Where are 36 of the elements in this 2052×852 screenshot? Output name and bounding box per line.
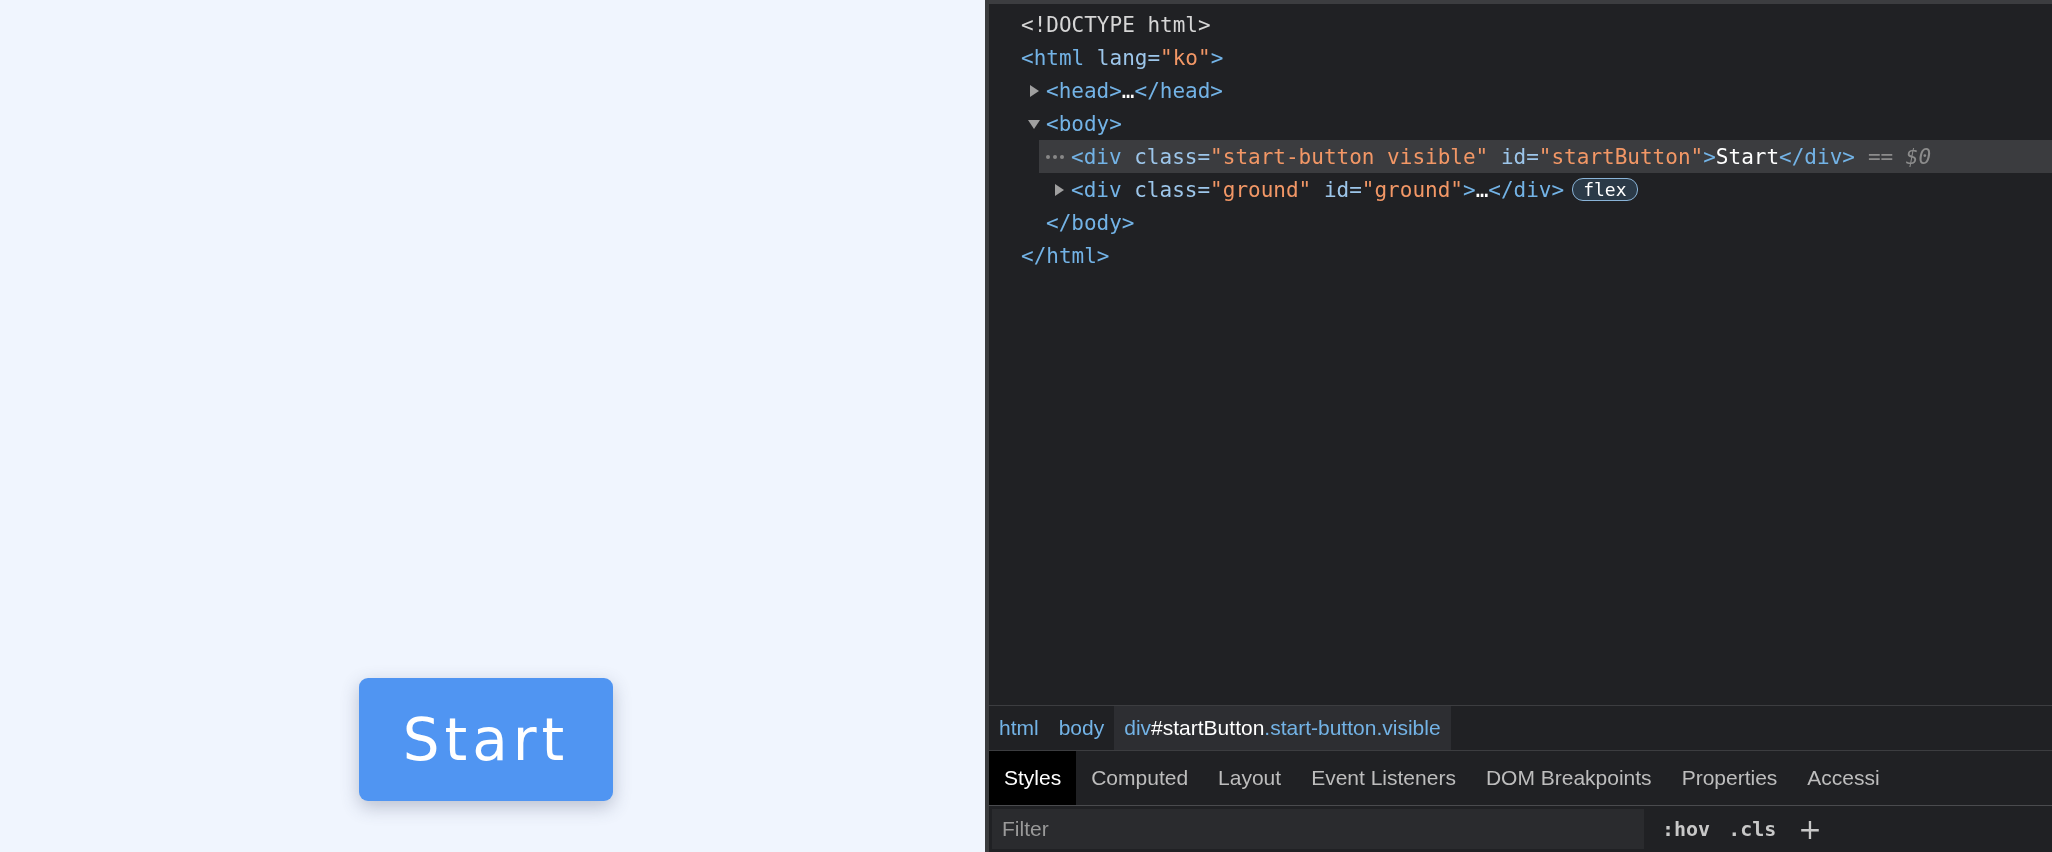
dom-node-text: <html lang="ko"> <box>1021 45 1224 70</box>
panel-tab[interactable]: Properties <box>1666 751 1793 805</box>
dom-node-text: <div class="ground" id="ground">…</div> <box>1071 177 1565 202</box>
filter-field[interactable]: Filter <box>992 809 1644 849</box>
flex-badge[interactable]: flex <box>1572 178 1638 201</box>
hover-state-toggle[interactable]: :hov <box>1662 817 1711 841</box>
dom-node-row[interactable]: <body> <box>1014 107 2052 140</box>
panel-tab[interactable]: Computed <box>1076 751 1204 805</box>
panel-tab[interactable]: Event Listeners <box>1296 751 1471 805</box>
add-rule-button[interactable]: + <box>1798 812 1822 846</box>
dom-node-text: <div class="start-button visible" id="startButton">Start</div> <box>1071 144 1855 169</box>
dom-node-text: <body> <box>1046 111 1122 136</box>
panel-tab[interactable]: Accessi <box>1792 751 1895 805</box>
panel-tab[interactable]: Layout <box>1203 751 1297 805</box>
dom-node-row[interactable]: <div class="ground" id="ground">…</div> flex <box>1039 173 2052 206</box>
dom-node-text: <!DOCTYPE html> <box>1021 12 1211 37</box>
console-reference: == $0 <box>1867 144 1932 169</box>
dom-node-text: <head>…</head> <box>1046 78 1224 103</box>
breadcrumb[interactable]: html <box>989 706 1049 750</box>
dom-node-row[interactable]: <div class="start-button visible" id="startButton">Start</div> == $0 <box>1039 140 2052 173</box>
dom-node-row[interactable]: <html lang="ko"> <box>989 41 2052 74</box>
more-icon[interactable] <box>1045 153 1065 160</box>
dom-node-text: </html> <box>1021 243 1110 268</box>
collapsed-triangle-icon[interactable] <box>1053 183 1065 196</box>
expanded-triangle-icon[interactable] <box>1028 117 1040 130</box>
panel-tab[interactable]: Styles <box>989 751 1077 805</box>
panel-tab[interactable]: DOM Breakpoints <box>1470 751 1667 805</box>
dom-node-row[interactable]: </html> <box>989 239 2052 272</box>
breadcrumb[interactable]: div#startButton.start-button.visible <box>1114 706 1451 750</box>
dom-node-text: </body> <box>1046 210 1135 235</box>
breadcrumb[interactable]: body <box>1048 706 1115 750</box>
class-toggle[interactable]: .cls <box>1728 817 1777 841</box>
dom-node-row[interactable]: <!DOCTYPE html> <box>989 8 2052 41</box>
dom-node-row[interactable]: <head>…</head> <box>1014 74 2052 107</box>
dom-node-row[interactable]: </body> <box>1014 206 2052 239</box>
collapsed-triangle-icon[interactable] <box>1028 84 1040 97</box>
